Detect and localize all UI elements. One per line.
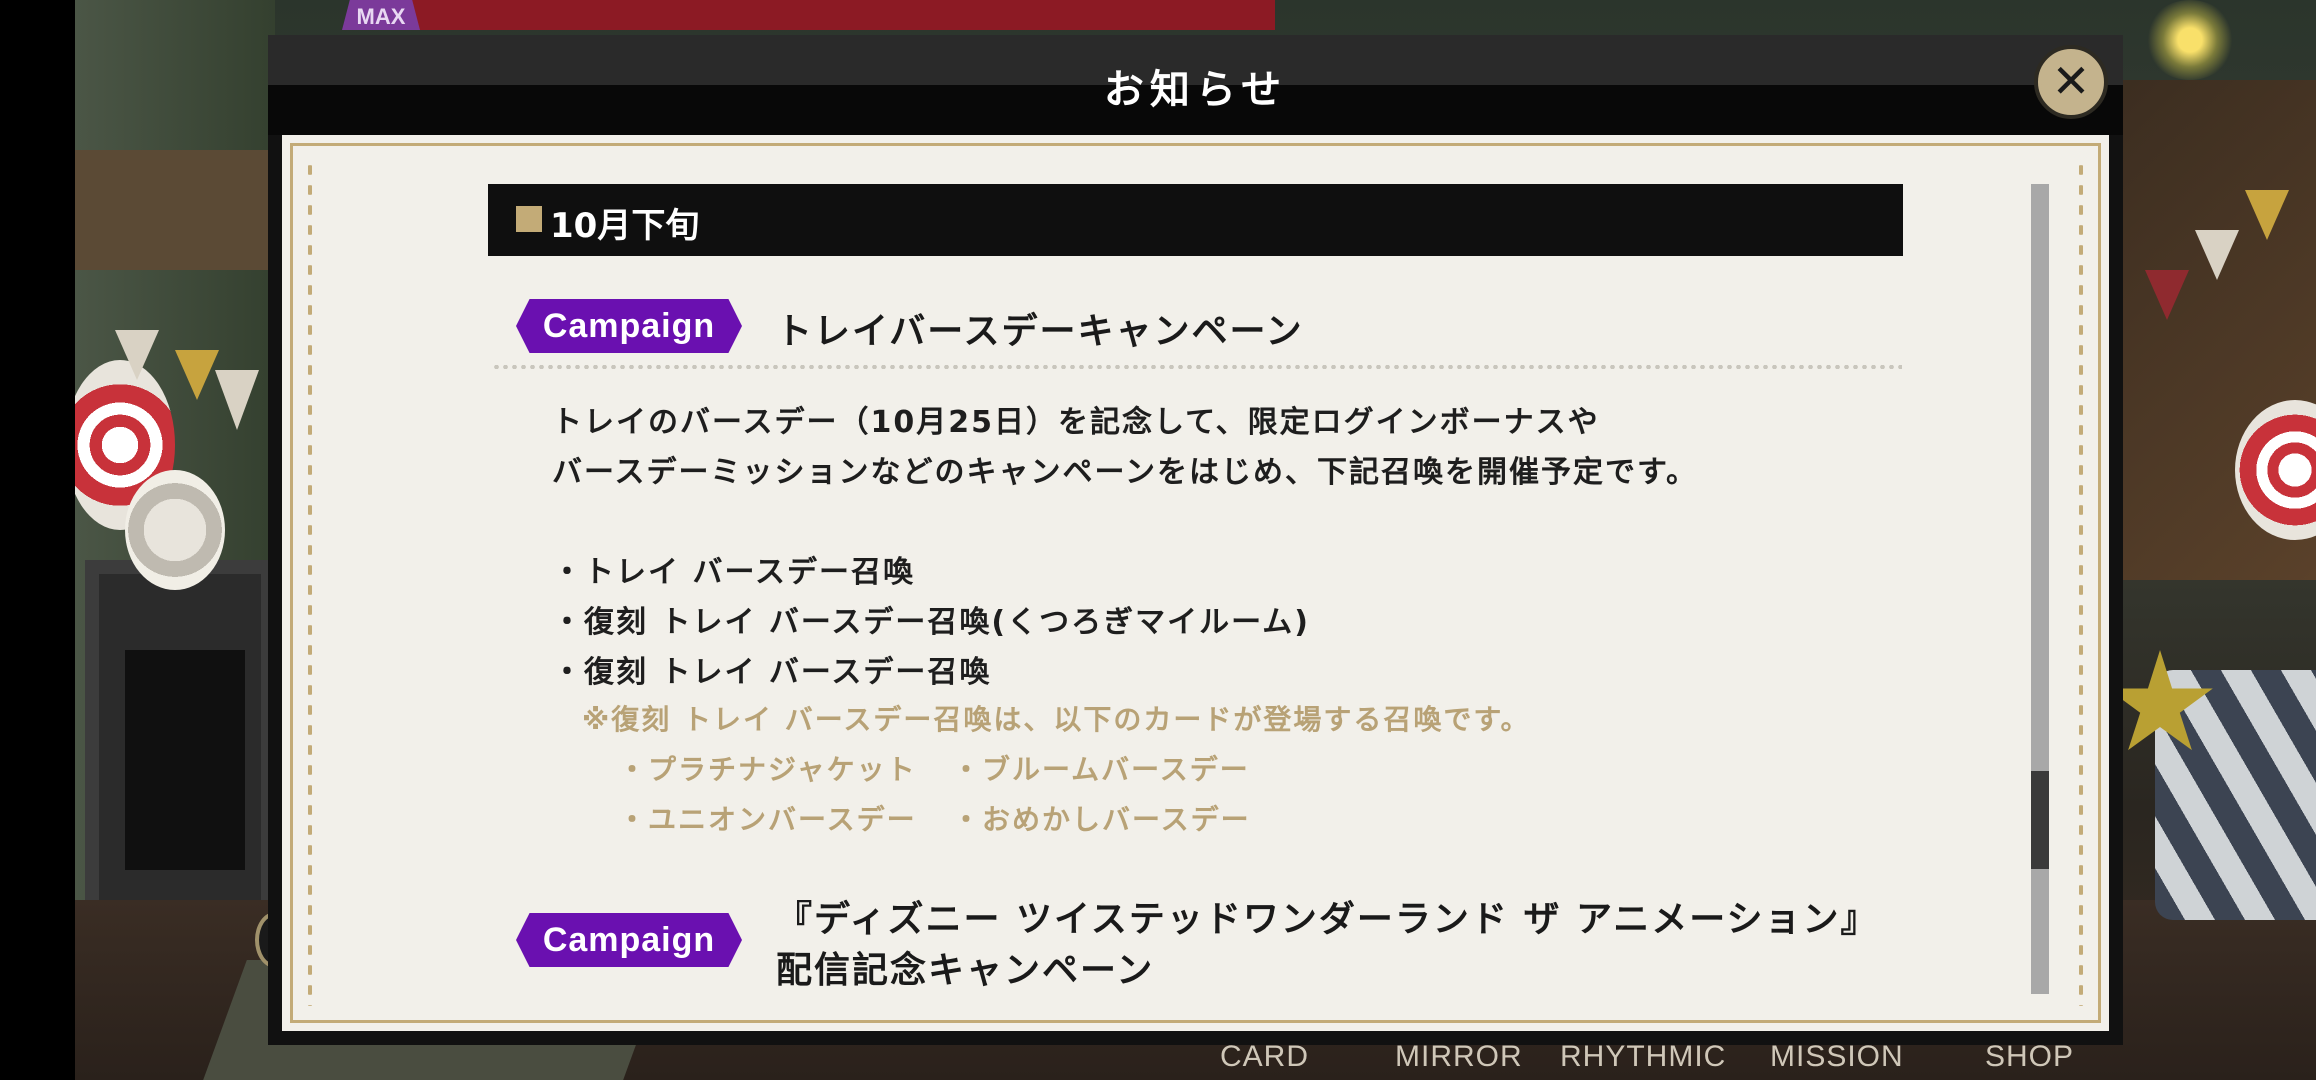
summon-list-item: ・トレイ バースデー召喚 (552, 555, 915, 590)
card-name: ・ユニオンバースデー (618, 803, 917, 836)
section-header: 10月下旬 (488, 184, 1903, 256)
bunting-flag (2245, 190, 2289, 240)
bottom-nav: CARD MIRROR RHYTHMIC MISSION SHOP (1180, 1040, 2080, 1080)
close-icon: ✕ (2051, 54, 2091, 108)
card-name: ・プラチナジャケット (618, 753, 917, 786)
scrollbar-thumb[interactable] (2031, 771, 2049, 869)
rosette-decoration (125, 470, 225, 590)
bunting-flag (2145, 270, 2189, 320)
dotted-divider (492, 365, 1902, 369)
entry-body-line: トレイのバースデー（10月25日）を記念して、限定ログインボーナスや (552, 405, 1600, 440)
card-name: ・ブルームバースデー (952, 753, 1250, 786)
card-name: ・おめかしバースデー (952, 803, 1251, 836)
campaign-tag: Campaign (516, 299, 742, 353)
close-button[interactable]: ✕ (2034, 45, 2108, 119)
campaign-tag: Campaign (516, 913, 742, 967)
nav-shop[interactable]: SHOP (1985, 1040, 2074, 1074)
summon-note: ※復刻 トレイ バースデー召喚は、以下のカードが登場する召喚です。 (582, 703, 1531, 736)
nav-mission[interactable]: MISSION (1770, 1040, 1904, 1074)
entry-title: 配信記念キャンペーン (776, 950, 1155, 991)
summon-list-item: ・復刻 トレイ バースデー召喚 (552, 655, 992, 690)
bunting-flag (2195, 230, 2239, 280)
nav-rhythmic[interactable]: RHYTHMIC (1560, 1040, 1726, 1074)
entry-title: 『ディズニー ツイステッドワンダーランド ザ アニメーション』 (776, 899, 1879, 940)
notice-dialog: お知らせ ✕ 10月下旬 Campaign トレイバースデーキャンペーン トレイ… (268, 35, 2123, 1045)
bunting-flag (175, 350, 219, 400)
max-badge: MAX (342, 0, 420, 30)
section-label: 10月下旬 (550, 206, 700, 246)
scrollbar-track[interactable] (2031, 184, 2049, 994)
nav-card[interactable]: CARD (1220, 1040, 1309, 1074)
square-bullet-icon (516, 206, 542, 232)
dialog-title: お知らせ (1103, 67, 1288, 113)
entry-title: トレイバースデーキャンペーン (776, 311, 1304, 352)
bunting-flag (215, 370, 259, 430)
summon-list-item: ・復刻 トレイ バースデー召喚(くつろぎマイルーム) (552, 605, 1310, 640)
bunting-flag (115, 330, 159, 380)
lamp (2145, 0, 2235, 80)
game-screen: MAX CARD MIRROR RHYTHMIC MISSION SHOP お知… (0, 0, 2316, 1080)
notice-paper[interactable]: 10月下旬 Campaign トレイバースデーキャンペーン トレイのバースデー（… (282, 135, 2109, 1031)
entry-body-line: バースデーミッションなどのキャンペーンをはじめ、下記召喚を開催予定です。 (552, 455, 1698, 490)
dialog-header: お知らせ (268, 35, 2123, 135)
notice-content: 10月下旬 Campaign トレイバースデーキャンペーン トレイのバースデー（… (282, 135, 2109, 1031)
nav-mirror[interactable]: MIRROR (1395, 1040, 1523, 1074)
